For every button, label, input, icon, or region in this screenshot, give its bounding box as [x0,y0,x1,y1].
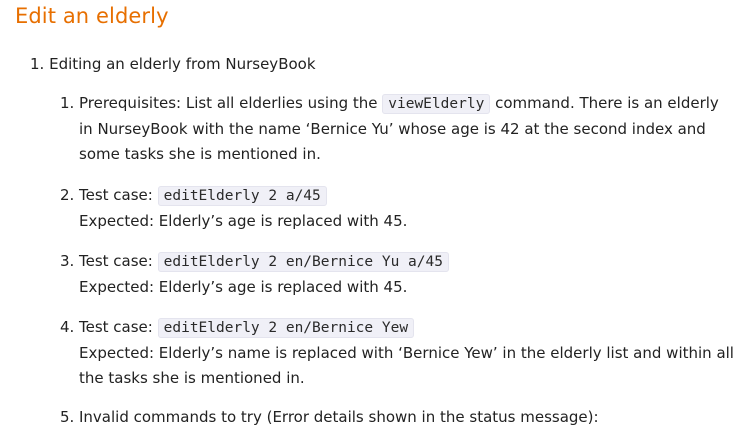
item-line: in NurseyBook with the name ‘Bernice Yu’… [79,120,706,138]
inline-code: editElderly 2 en/Bernice Yu a/45 [157,252,449,272]
item-number: 2. [60,186,75,204]
item-line: Test case: editElderly 2 a/45 [79,183,740,209]
item-prefix: Prerequisites: List all elderlies using … [79,94,378,112]
item-number: 4. [60,318,75,336]
item-number: 1. [60,94,75,112]
outer-list-item: 1. Editing an elderly from NurseyBook [30,52,745,77]
list-item: 1. Prerequisites: List all elderlies usi… [60,91,740,167]
outer-item-text: Editing an elderly from NurseyBook [49,55,316,73]
item-line: Test case: editElderly 2 en/Bernice Yu a… [79,249,740,275]
list-item: 4. Test case: editElderly 2 en/Bernice Y… [60,315,740,391]
item-line: the tasks she is mentioned in. [79,369,305,387]
item-line: Invalid commands to try (Error details s… [79,408,599,425]
item-line: Expected: Elderly’s age is replaced with… [79,278,408,296]
list-item: 5. Invalid commands to try (Error detail… [60,405,740,425]
inline-code: editElderly 2 en/Bernice Yew [157,318,415,338]
item-line: Expected: Elderly’s name is replaced wit… [79,344,734,362]
item-line: Prerequisites: List all elderlies using … [79,91,740,117]
item-number: 5. [60,408,75,425]
item-line: some tasks she is mentioned in. [79,145,321,163]
list-item: 2. Test case: editElderly 2 a/45 Expecte… [60,183,740,234]
list-item: 3. Test case: editElderly 2 en/Bernice Y… [60,249,740,300]
inline-code: editElderly 2 a/45 [157,186,327,206]
item-line: Expected: Elderly’s age is replaced with… [79,212,408,230]
item-line: Test case: editElderly 2 en/Bernice Yew [79,315,740,341]
outer-item-number: 1. [30,55,45,73]
outer-list: 1. Editing an elderly from NurseyBook [30,52,745,77]
item-number: 3. [60,252,75,270]
item-prefix: Test case: [79,252,153,270]
item-prefix: Test case: [79,186,153,204]
item-suffix: command. There is an elderly [495,94,719,112]
inline-code: viewElderly [382,94,491,114]
section-heading: Edit an elderly [15,4,169,28]
item-prefix: Test case: [79,318,153,336]
